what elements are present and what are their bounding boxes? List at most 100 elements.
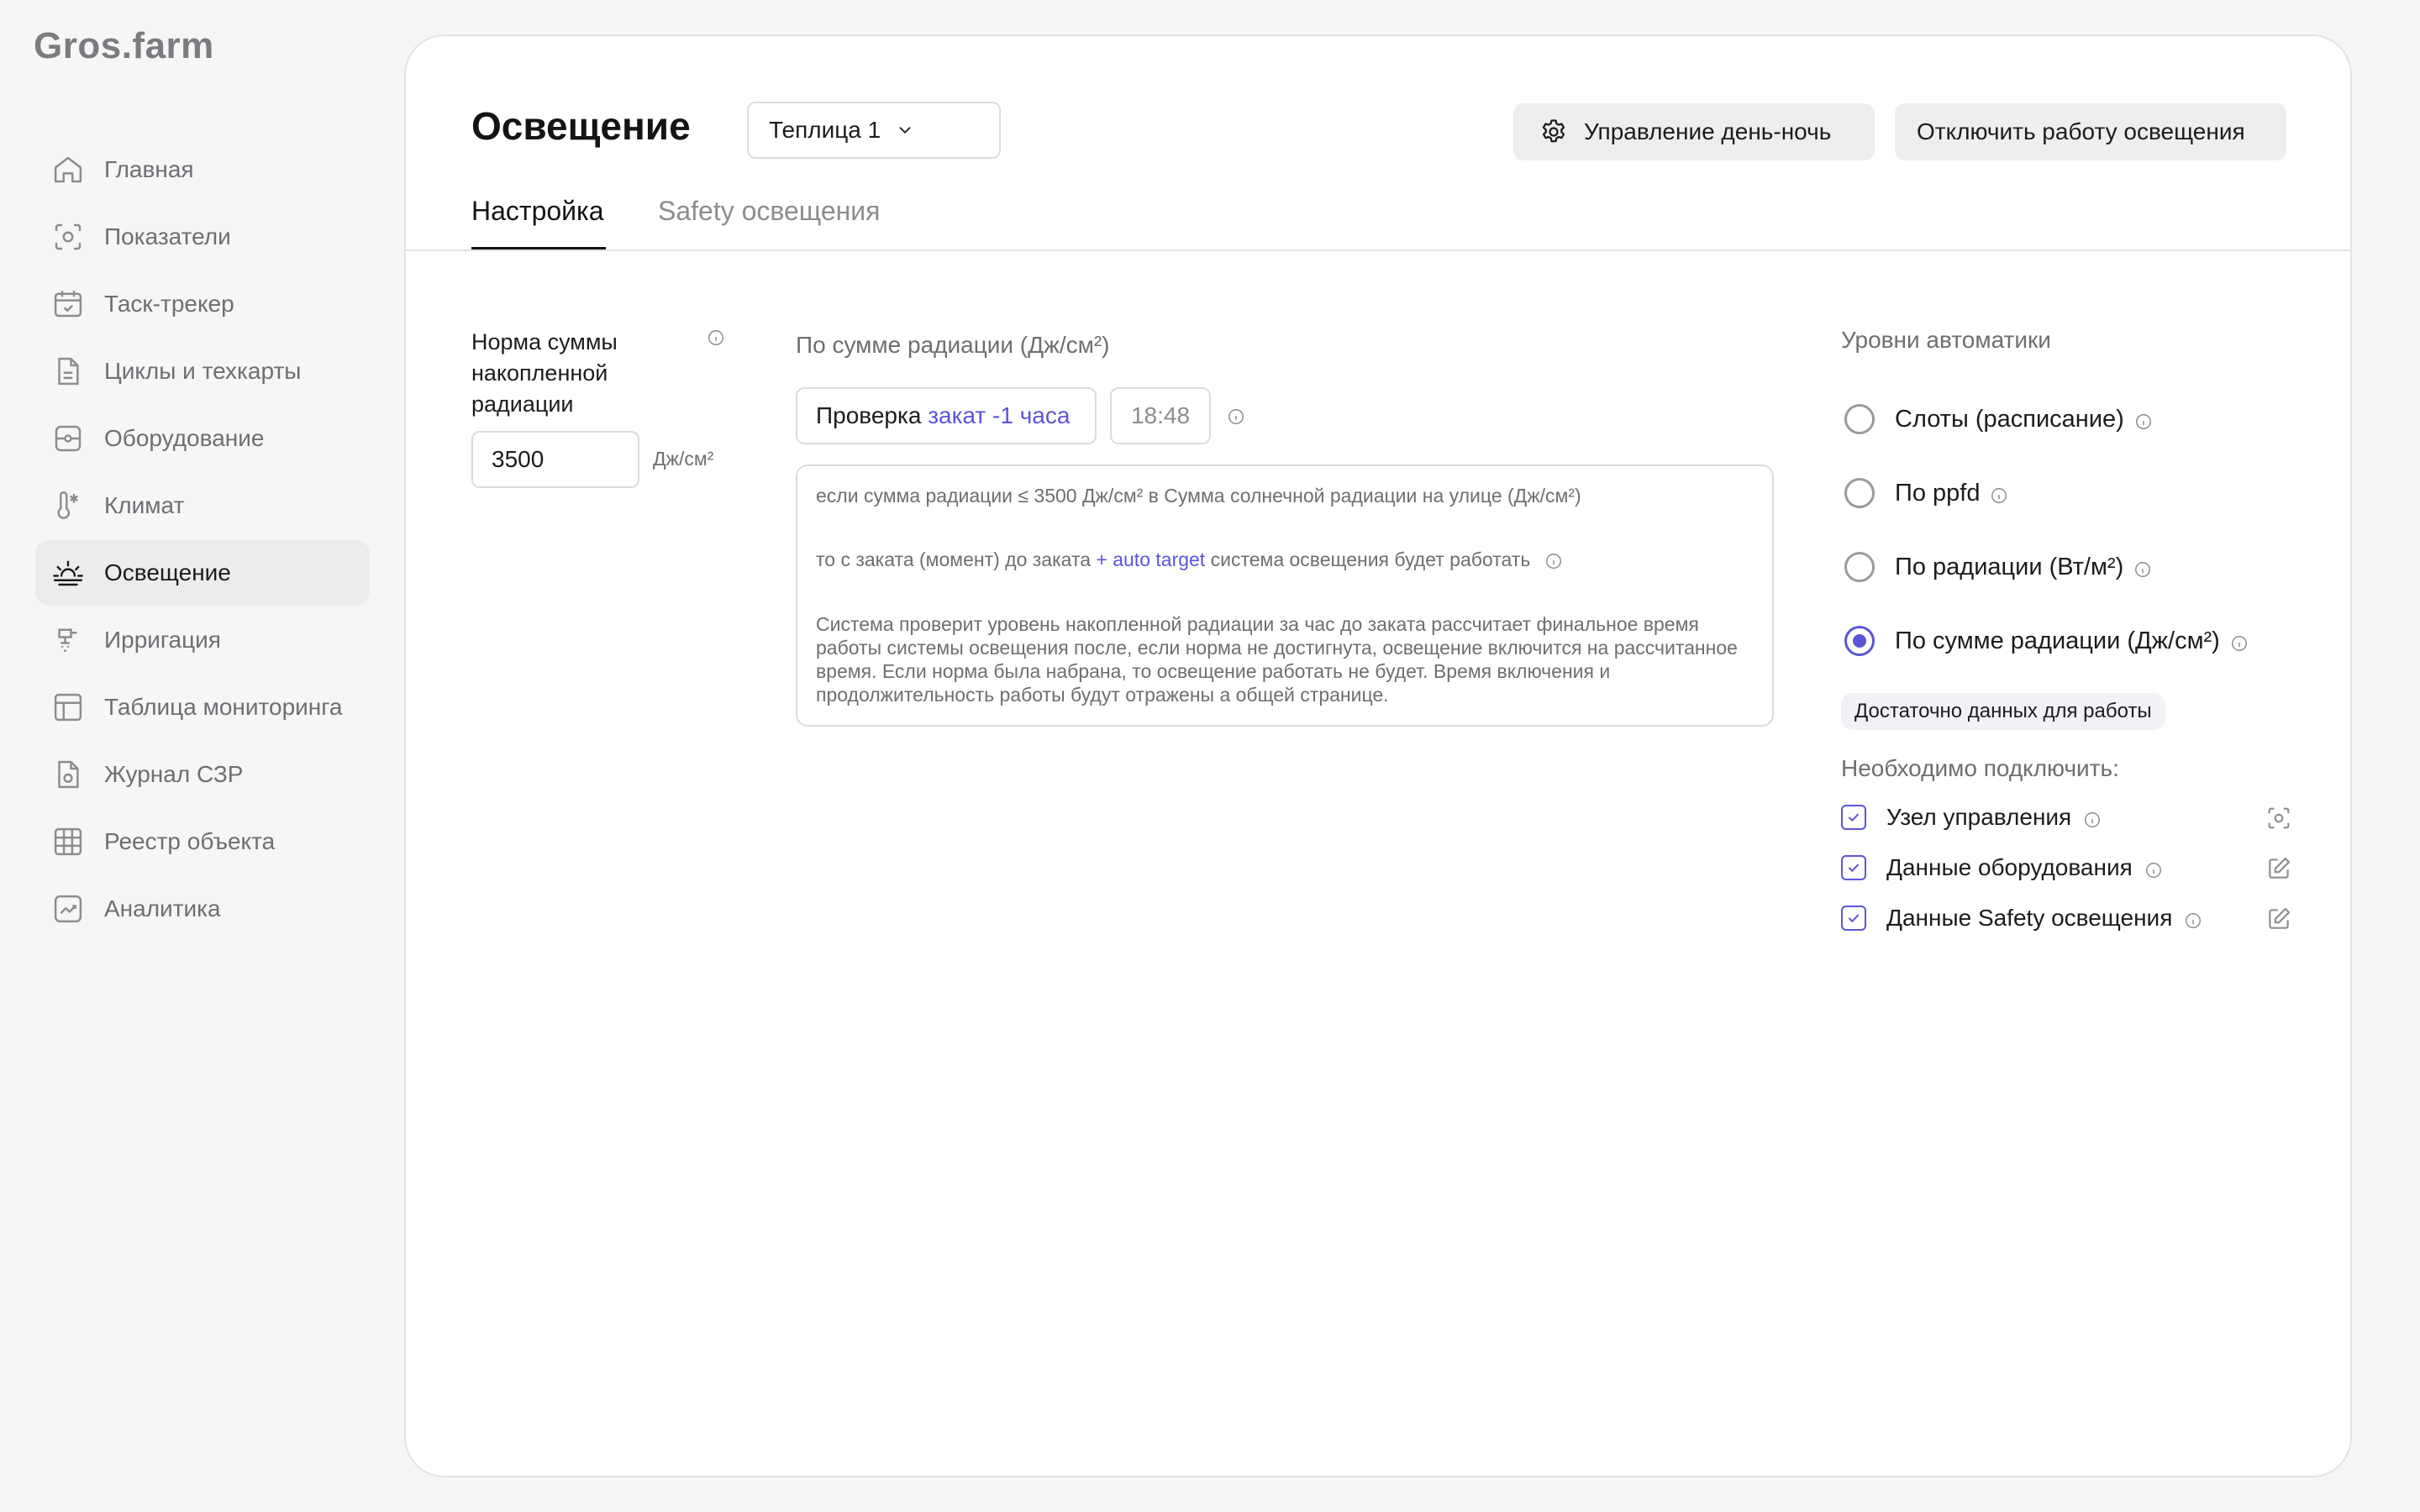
sidebar-item-label: Освещение (104, 559, 231, 585)
sidebar-item-label: Таблица мониторинга (104, 694, 343, 720)
chevron-down-icon (899, 127, 911, 134)
sidebar-item-label: Журнал СЗР (104, 761, 244, 787)
sidebar-item-label: Главная (104, 156, 194, 182)
automation-option-radiation[interactable]: По радиации (Вт/м²) (1841, 530, 2312, 604)
sidebar-nav: Главная Показатели Таск-трекер Циклы и т… (35, 137, 370, 943)
info-icon[interactable] (2083, 808, 2102, 827)
day-night-control-button[interactable]: Управление день-ночь (1513, 103, 1875, 160)
sidebar-item-label: Циклы и техкарты (104, 358, 302, 384)
sidebar-item-label: Показатели (104, 223, 231, 249)
info-icon[interactable] (707, 328, 725, 347)
automation-title: Уровни автоматики (1841, 327, 2051, 353)
requirement-equipment-data: Данные оборудования (1841, 843, 2312, 893)
info-icon[interactable] (2133, 558, 2152, 577)
check-time-select[interactable]: Проверка закат -1 часа (796, 387, 1097, 444)
sidebar-item-climate[interactable]: Климат (35, 473, 370, 538)
sidebar: Gros.farm Главная Показатели Таск-трекер (0, 0, 395, 1512)
sidebar-item-label: Аналитика (104, 895, 221, 921)
sidebar-item-analytics[interactable]: Аналитика (35, 876, 370, 942)
sidebar-item-label: Ирригация (104, 627, 221, 653)
norm-label: Нормa суммы накопленной радиации (471, 329, 618, 417)
sidebar-item-cycles[interactable]: Циклы и техкарты (35, 339, 370, 404)
sidebar-item-lighting[interactable]: Освещение (35, 540, 370, 606)
sensor-icon (50, 219, 86, 255)
sensor-icon[interactable] (2265, 804, 2293, 832)
sidebar-item-label: Климат (104, 492, 185, 518)
checkbox[interactable] (1841, 855, 1866, 880)
automation-panel: Уровни автоматики Слоты (расписание) По … (1841, 327, 2312, 943)
info-icon[interactable] (2230, 632, 2249, 651)
sidebar-item-monitoring-table[interactable]: Таблица мониторинга (35, 675, 370, 740)
automation-option-radiation-sum[interactable]: По сумме радиации (Дж/см²) (1841, 604, 2312, 678)
sidebar-item-registry[interactable]: Реестр объекта (35, 809, 370, 874)
home-icon (50, 152, 86, 187)
automation-option-slots[interactable]: Слоты (расписание) (1841, 382, 2312, 456)
option-label: По радиации (Вт/м²) (1895, 553, 2124, 580)
calendar-check-icon (50, 286, 86, 322)
requirements-title: Необходимо подключить: (1841, 755, 2119, 781)
tabs-divider (406, 249, 2350, 251)
rule-action-prefix: то с заката (момент) до заката (816, 549, 1092, 570)
edit-icon[interactable] (2265, 854, 2293, 883)
greenhouse-select[interactable]: Теплица 1 (747, 102, 1001, 159)
chart-icon (50, 891, 86, 927)
sunrise-icon (50, 555, 86, 591)
checkbox[interactable] (1841, 906, 1866, 931)
requirement-label: Данные оборудования (1886, 854, 2133, 880)
greenhouse-select-value: Теплица 1 (769, 117, 881, 143)
norm-input[interactable] (471, 431, 639, 488)
gear-icon (1542, 119, 1565, 143)
info-icon[interactable] (1544, 552, 1563, 570)
edit-icon[interactable] (2265, 905, 2293, 933)
radio-button[interactable] (1844, 404, 1875, 434)
logo: Gros.farm (34, 25, 214, 66)
info-icon[interactable] (1227, 407, 1245, 426)
info-icon[interactable] (2134, 410, 2153, 429)
radio-button[interactable] (1844, 552, 1875, 582)
sidebar-item-task-tracker[interactable]: Таск-трекер (35, 271, 370, 337)
document-icon (50, 354, 86, 389)
disable-lighting-label: Отключить работу освещения (1917, 118, 2245, 144)
tab-safety-lighting[interactable]: Safety освещения (658, 196, 880, 247)
journal-icon (50, 757, 86, 792)
option-label: Слоты (расписание) (1895, 405, 2124, 433)
sidebar-item-journal[interactable]: Журнал СЗР (35, 742, 370, 807)
radiation-sum-title: По сумме радиации (Дж/см²) (796, 332, 1110, 358)
sidebar-item-label: Оборудование (104, 425, 265, 451)
automation-option-ppfd[interactable]: По ppfd (1841, 456, 2312, 530)
sidebar-item-home[interactable]: Главная (35, 137, 370, 202)
requirement-label: Данные Safety освещения (1886, 905, 2173, 931)
rule-condition: если сумма радиации ≤ 3500 Дж/см² в Сумм… (816, 485, 1581, 507)
check-prefix: Проверка (816, 402, 922, 428)
grid-icon (50, 824, 86, 859)
radio-button[interactable] (1844, 478, 1875, 508)
thermometer-icon (50, 488, 86, 523)
checkbox[interactable] (1841, 805, 1866, 830)
option-label: По ppfd (1895, 479, 1981, 507)
page-title: Освещение (471, 104, 691, 148)
day-night-label: Управление день-ночь (1584, 118, 1832, 144)
info-icon[interactable] (2144, 858, 2163, 878)
irrigation-icon (50, 622, 86, 658)
table-icon (50, 690, 86, 725)
auto-target-link[interactable]: + auto target (1096, 549, 1205, 570)
app-root: Gros.farm Главная Показатели Таск-трекер (0, 0, 2420, 1512)
norm-unit: Дж/см² (653, 448, 714, 470)
rule-explanation: Система проверит уровень накопленной рад… (816, 613, 1738, 706)
info-icon[interactable] (1990, 484, 2008, 503)
sidebar-item-equipment[interactable]: Оборудование (35, 406, 370, 471)
info-icon[interactable] (2184, 909, 2202, 928)
requirement-control-node: Узел управления (1841, 792, 2312, 843)
main-card: Освещение Теплица 1 Управление день-ночь… (404, 34, 2352, 1478)
radio-button-selected[interactable] (1844, 626, 1875, 656)
equipment-icon (50, 421, 86, 456)
check-time-value: 18:48 (1110, 387, 1211, 444)
status-badge: Достаточно данных для работы (1841, 693, 2165, 730)
rule-action-suffix: система освещения будет работать (1210, 549, 1531, 570)
sidebar-item-irrigation[interactable]: Ирригация (35, 607, 370, 673)
disable-lighting-button[interactable]: Отключить работу освещения (1895, 103, 2286, 160)
check-accent: закат -1 часа (928, 402, 1071, 428)
requirement-label: Узел управления (1886, 804, 2072, 830)
sidebar-item-indicators[interactable]: Показатели (35, 204, 370, 270)
tab-setup[interactable]: Настройка (471, 196, 606, 249)
